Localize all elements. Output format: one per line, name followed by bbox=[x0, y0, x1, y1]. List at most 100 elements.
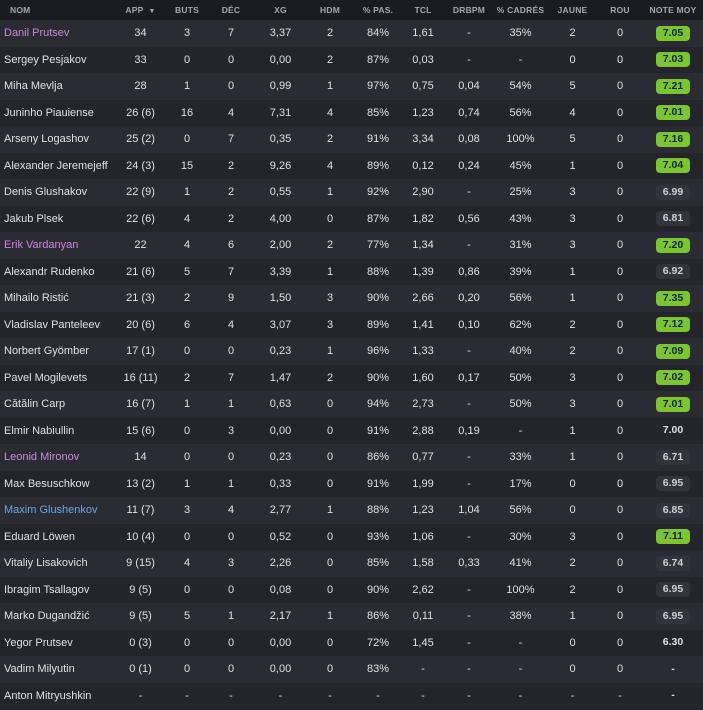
player-name[interactable]: Eduard Löwen bbox=[0, 524, 113, 551]
cell-drbpm: 0,33 bbox=[458, 557, 480, 570]
cell-cadres: 41% bbox=[509, 557, 532, 570]
cell-buts: 2 bbox=[183, 371, 191, 384]
player-name[interactable]: Max Besuschkow bbox=[0, 471, 113, 498]
cell-pas: 72% bbox=[366, 636, 390, 649]
player-name[interactable]: Danil Prutsev bbox=[0, 20, 113, 47]
player-name[interactable]: Denis Glushakov bbox=[0, 179, 113, 206]
cell-tcl: 1,99 bbox=[412, 477, 434, 490]
player-name[interactable]: Juninho Piauiense bbox=[0, 100, 113, 127]
player-row[interactable]: Vitaliy Lisakovich 9 (15) 4 3 2,26 0 85%… bbox=[0, 550, 703, 577]
player-name[interactable]: Elmir Nabiullin bbox=[0, 418, 113, 445]
player-row[interactable]: Alexander Jeremejeff 24 (3) 15 2 9,26 4 … bbox=[0, 152, 703, 180]
column-header-label: APP bbox=[125, 5, 144, 15]
player-name[interactable]: Marko Dugandžić bbox=[0, 603, 113, 630]
column-header-dec[interactable]: DÉC bbox=[206, 0, 256, 20]
cell-dec: 2 bbox=[227, 159, 235, 172]
column-header-app[interactable]: APP ▼ bbox=[113, 0, 168, 20]
cell-tcl: 1,23 bbox=[412, 106, 434, 119]
cell-jaune: 1 bbox=[569, 451, 576, 464]
cell-drbpm: - bbox=[467, 583, 471, 596]
cell-app: 20 (6) bbox=[126, 318, 155, 331]
player-row[interactable]: Arseny Logashov 25 (2) 0 7 0,35 2 91% 3,… bbox=[0, 126, 703, 153]
player-name[interactable]: Vladislav Panteleev bbox=[0, 312, 113, 339]
player-row[interactable]: Elmir Nabiullin 15 (6) 0 3 0,00 0 91% 2,… bbox=[0, 417, 703, 445]
player-name[interactable]: Leonid Mironov bbox=[0, 444, 113, 471]
cell-app: - bbox=[138, 689, 143, 702]
player-row[interactable]: Denis Glushakov 22 (9) 1 2 0,55 1 92% 2,… bbox=[0, 179, 703, 206]
cell-xg: 3,39 bbox=[269, 265, 292, 278]
cell-xg: 2,00 bbox=[269, 239, 292, 252]
cell-drbpm: 0,08 bbox=[458, 133, 480, 146]
cell-cadres: 31% bbox=[509, 239, 532, 252]
player-row[interactable]: Vadim Milyutin 0 (1) 0 0 0,00 0 83% - - … bbox=[0, 656, 703, 683]
cell-buts: 1 bbox=[183, 398, 191, 411]
player-row[interactable]: Vladislav Panteleev 20 (6) 6 4 3,07 3 89… bbox=[0, 311, 703, 339]
player-row[interactable]: Anton Mitryushkin - - - - - - - - - - - … bbox=[0, 682, 703, 710]
column-header-hdm[interactable]: HDM bbox=[305, 0, 355, 20]
column-header-nom[interactable]: NOM bbox=[0, 0, 113, 20]
column-header-jaune[interactable]: JAUNE bbox=[548, 0, 597, 20]
player-row[interactable]: Miha Mevlja 28 1 0 0,99 1 97% 0,75 0,04 … bbox=[0, 73, 703, 100]
player-name[interactable]: Vitaliy Lisakovich bbox=[0, 550, 113, 577]
cell-hdm: 0 bbox=[326, 557, 334, 570]
player-row[interactable]: Yegor Prutsev 0 (3) 0 0 0,00 0 72% 1,45 … bbox=[0, 629, 703, 657]
cell-rou: 0 bbox=[616, 53, 624, 66]
cell-app: 9 (5) bbox=[129, 583, 152, 596]
player-name[interactable]: Ibragim Tsallagov bbox=[0, 577, 113, 604]
player-name[interactable]: Miha Mevlja bbox=[0, 73, 113, 100]
player-row[interactable]: Erik Vardanyan 22 4 6 2,00 2 77% 1,34 - … bbox=[0, 232, 703, 259]
column-header-pas[interactable]: % PAS. bbox=[355, 0, 401, 20]
player-row[interactable]: Alexandr Rudenko 21 (6) 5 7 3,39 1 88% 1… bbox=[0, 258, 703, 286]
player-name[interactable]: Arseny Logashov bbox=[0, 126, 113, 153]
player-row[interactable]: Ibragim Tsallagov 9 (5) 0 0 0,08 0 90% 2… bbox=[0, 576, 703, 604]
player-name[interactable]: Alexandr Rudenko bbox=[0, 259, 113, 286]
cell-jaune: 1 bbox=[569, 610, 576, 623]
player-row[interactable]: Jakub Plsek 22 (6) 4 2 4,00 0 87% 1,82 0… bbox=[0, 205, 703, 233]
player-row[interactable]: Cătălin Carp 16 (7) 1 1 0,63 0 94% 2,73 … bbox=[0, 391, 703, 418]
player-name[interactable]: Maxim Glushenkov bbox=[0, 497, 113, 524]
player-row[interactable]: Mihailo Ristić 21 (3) 2 9 1,50 3 90% 2,6… bbox=[0, 285, 703, 312]
cell-dec: 4 bbox=[227, 318, 235, 331]
column-header-drbpm[interactable]: DRBPM bbox=[445, 0, 493, 20]
player-row[interactable]: Max Besuschkow 13 (2) 1 1 0,33 0 91% 1,9… bbox=[0, 470, 703, 498]
player-row[interactable]: Juninho Piauiense 26 (6) 16 4 7,31 4 85%… bbox=[0, 99, 703, 127]
player-row[interactable]: Danil Prutsev 34 3 7 3,37 2 84% 1,61 - 3… bbox=[0, 20, 703, 47]
player-name[interactable]: Erik Vardanyan bbox=[0, 232, 113, 259]
table-header-row: NOM APP ▼ BUTS DÉC XG HDM % PAS. TCL DRBP… bbox=[0, 0, 703, 20]
cell-rou: 0 bbox=[616, 80, 624, 93]
player-name[interactable]: Norbert Gyömber bbox=[0, 338, 113, 365]
player-name[interactable]: Sergey Pesjakov bbox=[0, 47, 113, 74]
cell-buts: 6 bbox=[183, 318, 191, 331]
player-name[interactable]: Yegor Prutsev bbox=[0, 630, 113, 657]
cell-tcl: 2,73 bbox=[412, 398, 434, 411]
player-row[interactable]: Norbert Gyömber 17 (1) 0 0 0,23 1 96% 1,… bbox=[0, 338, 703, 365]
player-name[interactable]: Jakub Plsek bbox=[0, 206, 113, 233]
cell-rou: 0 bbox=[616, 371, 624, 384]
player-row[interactable]: Eduard Löwen 10 (4) 0 0 0,52 0 93% 1,06 … bbox=[0, 523, 703, 551]
player-name[interactable]: Mihailo Ristić bbox=[0, 285, 113, 312]
column-header-tcl[interactable]: TCL bbox=[401, 0, 445, 20]
player-row[interactable]: Maxim Glushenkov 11 (7) 3 4 2,77 1 88% 1… bbox=[0, 497, 703, 524]
cell-jaune: 1 bbox=[569, 265, 576, 278]
player-row[interactable]: Leonid Mironov 14 0 0 0,23 0 86% 0,77 - … bbox=[0, 444, 703, 471]
cell-note-moy: 7.03 bbox=[643, 47, 703, 74]
player-name[interactable]: Pavel Mogilevets bbox=[0, 365, 113, 392]
player-row[interactable]: Marko Dugandžić 9 (5) 5 1 2,17 1 86% 0,1… bbox=[0, 603, 703, 630]
column-header-rou[interactable]: ROU bbox=[597, 0, 643, 20]
cell-cadres: 100% bbox=[506, 583, 535, 596]
player-name[interactable]: Vadim Milyutin bbox=[0, 656, 113, 683]
cell-pas: 94% bbox=[366, 398, 390, 411]
column-header-xg[interactable]: XG bbox=[256, 0, 305, 20]
player-row[interactable]: Sergey Pesjakov 33 0 0 0,00 2 87% 0,03 -… bbox=[0, 46, 703, 74]
player-name[interactable]: Cătălin Carp bbox=[0, 391, 113, 418]
player-name[interactable]: Alexander Jeremejeff bbox=[0, 153, 113, 180]
sort-down-icon[interactable]: ▼ bbox=[148, 8, 155, 15]
column-header-buts[interactable]: BUTS bbox=[168, 0, 206, 20]
player-row[interactable]: Pavel Mogilevets 16 (11) 2 7 1,47 2 90% … bbox=[0, 364, 703, 392]
player-name[interactable]: Anton Mitryushkin bbox=[0, 683, 113, 710]
column-header-note-moy[interactable]: NOTE MOY bbox=[643, 0, 703, 20]
cell-hdm: 2 bbox=[326, 27, 334, 40]
cell-buts: 1 bbox=[183, 477, 191, 490]
cell-cadres: - bbox=[518, 636, 523, 649]
column-header-cadres[interactable]: % CADRÉS bbox=[493, 0, 548, 20]
